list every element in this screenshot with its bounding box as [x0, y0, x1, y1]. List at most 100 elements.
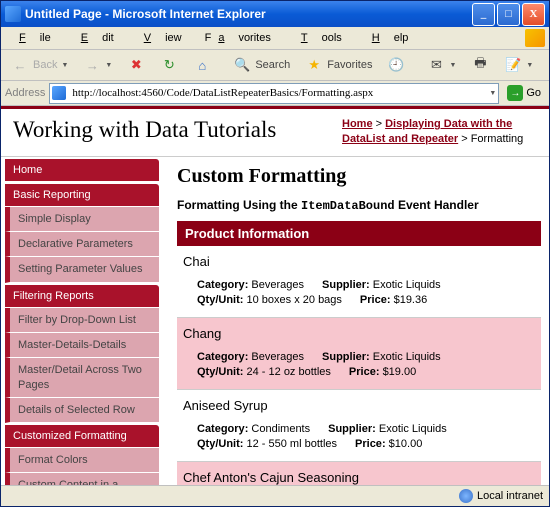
forward-button[interactable]: →▼	[77, 53, 118, 77]
nav-simple-display[interactable]: Simple Display	[5, 207, 159, 232]
page-icon	[52, 86, 66, 100]
qty-value: 24 - 12 oz bottles	[247, 366, 331, 378]
minimize-button[interactable]: _	[472, 3, 495, 26]
edit-button[interactable]: 📝▼	[498, 53, 539, 77]
edit-icon: 📝	[504, 56, 522, 74]
menu-help[interactable]: Help	[358, 30, 423, 46]
supplier-label: Supplier	[322, 279, 370, 291]
main-panel: Custom Formatting Formatting Using the I…	[159, 157, 549, 485]
status-bar: Local intranet	[1, 485, 549, 506]
nav-declarative-parameters[interactable]: Declarative Parameters	[5, 232, 159, 257]
product-item: ChaiCategory BeveragesSupplier Exotic Li…	[177, 246, 541, 318]
address-bar: Address ▼ →Go	[1, 81, 549, 106]
product-item: ChangCategory BeveragesSupplier Exotic L…	[177, 318, 541, 390]
category-label: Category	[197, 351, 248, 363]
messenger-button[interactable]: 👤	[542, 53, 550, 77]
section-header: Product Information	[177, 221, 541, 246]
menu-bar: File Edit View Favorites Tools Help	[1, 27, 549, 50]
address-field[interactable]: ▼	[49, 83, 499, 104]
breadcrumb: Home > Displaying Data with the DataList…	[342, 117, 537, 148]
price-value: $10.00	[389, 438, 423, 450]
nav-details-selected-row[interactable]: Details of Selected Row	[5, 398, 159, 423]
content-heading: Custom Formatting	[177, 165, 541, 188]
menu-favorites[interactable]: Favorites	[198, 30, 285, 46]
category-value: Condiments	[251, 423, 310, 435]
star-icon: ★	[305, 56, 323, 74]
price-value: $19.00	[383, 366, 417, 378]
qty-value: 10 boxes x 20 bags	[247, 294, 342, 306]
page-title: Working with Data Tutorials	[13, 117, 330, 148]
qty-label: Qty/Unit	[197, 438, 243, 450]
address-label: Address	[5, 87, 45, 99]
throbber-icon	[525, 29, 545, 47]
mail-button[interactable]: ✉▼	[421, 53, 462, 77]
url-input[interactable]	[70, 86, 485, 100]
nav-filter-dropdown[interactable]: Filter by Drop-Down List	[5, 308, 159, 333]
supplier-value: Exotic Liquids	[373, 279, 441, 291]
home-button[interactable]: ⌂	[187, 53, 217, 77]
security-zone: Local intranet	[459, 489, 543, 503]
refresh-icon: ↻	[160, 56, 178, 74]
sidebar: Home Basic Reporting Simple Display Decl…	[1, 157, 159, 485]
go-icon: →	[507, 85, 523, 101]
print-button[interactable]: 🖶	[465, 53, 495, 77]
back-icon: ←	[11, 56, 29, 74]
go-button[interactable]: →Go	[503, 84, 545, 102]
breadcrumb-current: Formatting	[471, 133, 524, 145]
qty-label: Qty/Unit	[197, 366, 243, 378]
search-button[interactable]: 🔍Search	[227, 53, 296, 77]
nav-master-detail-two-pages[interactable]: Master/Detail Across Two Pages	[5, 358, 159, 398]
supplier-label: Supplier	[322, 351, 370, 363]
forward-icon: →	[83, 56, 101, 74]
qty-value: 12 - 550 ml bottles	[247, 438, 338, 450]
window-title: Untitled Page - Microsoft Internet Explo…	[25, 7, 472, 21]
price-label: Price	[355, 438, 386, 450]
intranet-icon	[459, 489, 473, 503]
close-button[interactable]: X	[522, 3, 545, 26]
home-icon: ⌂	[193, 56, 211, 74]
category-value: Beverages	[251, 279, 304, 291]
category-label: Category	[197, 423, 248, 435]
nav-master-details-details[interactable]: Master-Details-Details	[5, 333, 159, 358]
maximize-button[interactable]: □	[497, 3, 520, 26]
nav-custom-content-gridview[interactable]: Custom Content in a GridView	[5, 473, 159, 485]
product-name: Chang	[183, 326, 537, 341]
breadcrumb-home[interactable]: Home	[342, 118, 373, 130]
history-button[interactable]: 🕘	[381, 53, 411, 77]
supplier-label: Supplier	[328, 423, 376, 435]
ie-icon	[5, 6, 21, 22]
toolbar: ←Back▼ →▼ ✖ ↻ ⌂ 🔍Search ★Favorites 🕘 ✉▼ …	[1, 50, 549, 81]
back-button[interactable]: ←Back▼	[5, 53, 74, 77]
product-name: Aniseed Syrup	[183, 398, 537, 413]
price-label: Price	[349, 366, 380, 378]
menu-file[interactable]: File	[5, 30, 65, 46]
menu-view[interactable]: View	[130, 30, 196, 46]
price-value: $19.36	[394, 294, 428, 306]
favorites-button[interactable]: ★Favorites	[299, 53, 378, 77]
product-list: Chai Category Beverages Supplier Exotic Li…	[177, 246, 541, 485]
product-name: Chai	[183, 254, 537, 269]
nav-home[interactable]: Home	[5, 159, 159, 182]
price-label: Price	[360, 294, 391, 306]
nav-format-colors[interactable]: Format Colors	[5, 448, 159, 473]
product-item: Aniseed Syrup Category Condiments Supplier…	[177, 390, 541, 462]
content-subheading: Formatting Using the ItemDataBound Event…	[177, 198, 541, 213]
product-name: Chef Anton's Cajun Seasoning	[183, 470, 537, 485]
qty-label: Qty/Unit	[197, 294, 243, 306]
menu-tools[interactable]: Tools	[287, 30, 356, 46]
nav-basic-reporting[interactable]: Basic Reporting	[5, 184, 159, 207]
nav-customized-formatting[interactable]: Customized Formatting	[5, 425, 159, 448]
nav-filtering-reports[interactable]: Filtering Reports	[5, 285, 159, 308]
refresh-button[interactable]: ↻	[154, 53, 184, 77]
supplier-value: Exotic Liquids	[373, 351, 441, 363]
mail-icon: ✉	[427, 56, 445, 74]
stop-icon: ✖	[127, 56, 145, 74]
titlebar: Untitled Page - Microsoft Internet Explo…	[1, 1, 549, 27]
content-area[interactable]: Working with Data Tutorials Home > Displ…	[1, 106, 549, 485]
product-item: Chef Anton's Cajun SeasoningCategory Con…	[177, 462, 541, 485]
history-icon: 🕘	[387, 56, 405, 74]
menu-edit[interactable]: Edit	[67, 30, 128, 46]
nav-setting-parameter-values[interactable]: Setting Parameter Values	[5, 257, 159, 282]
dropdown-icon[interactable]: ▼	[489, 90, 496, 97]
stop-button[interactable]: ✖	[121, 53, 151, 77]
